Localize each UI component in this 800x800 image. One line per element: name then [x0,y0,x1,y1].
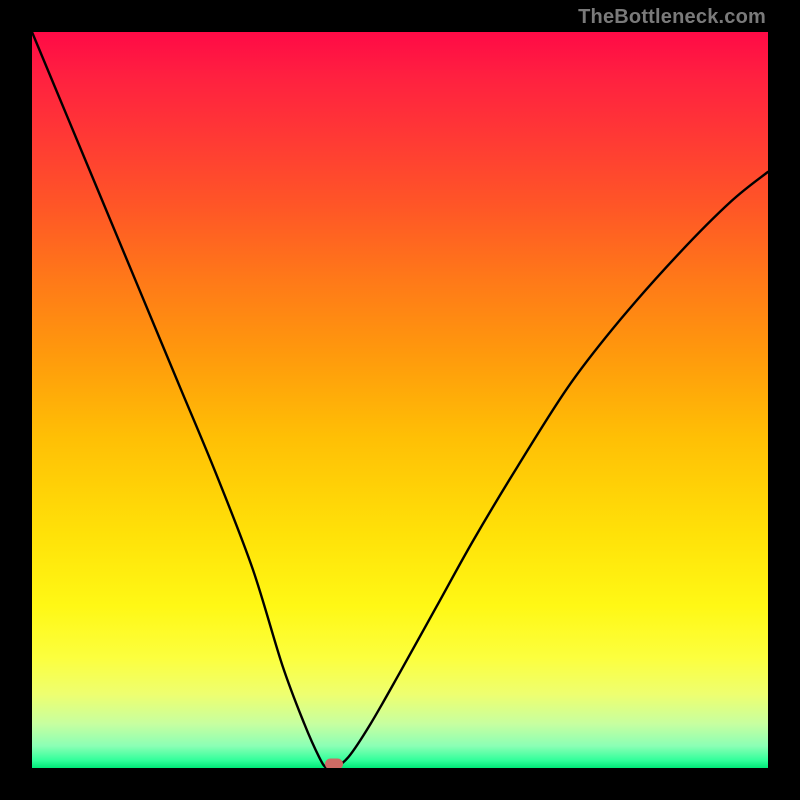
bottleneck-curve [32,32,768,768]
optimal-marker-icon [325,759,343,768]
chart-frame: TheBottleneck.com [0,0,800,800]
watermark-text: TheBottleneck.com [578,6,766,29]
plot-area [32,32,768,768]
